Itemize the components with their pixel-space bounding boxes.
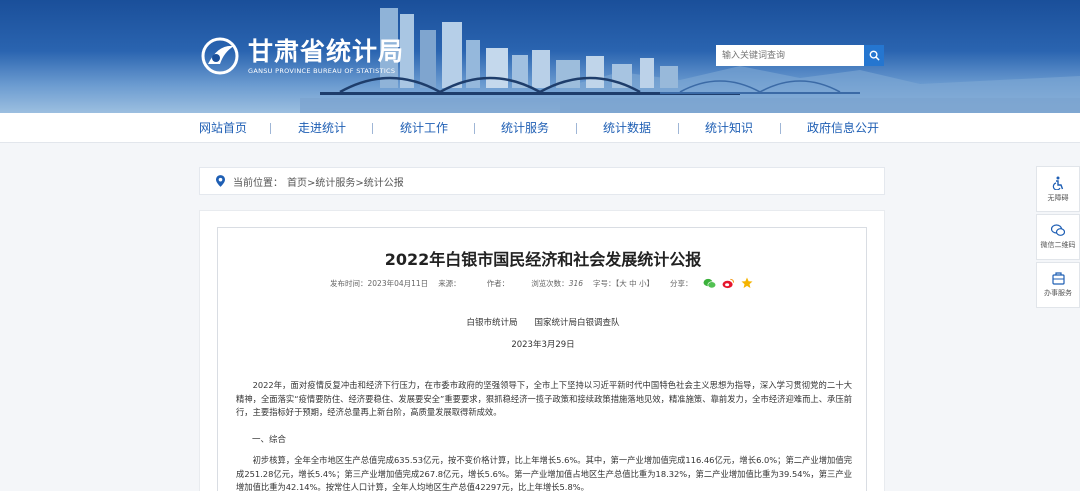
article-meta: 发布时间：2023年04月11日 来源： 作者： 浏览次数： 316 字号：【大… bbox=[330, 276, 759, 290]
wechat-icon bbox=[1051, 224, 1065, 236]
city-skyline-image bbox=[300, 8, 1080, 113]
views-count: 316 bbox=[568, 278, 584, 288]
breadcrumb: 当前位置： 首页>统计服务>统计公报 bbox=[199, 167, 885, 195]
service-button[interactable]: 办事服务 bbox=[1036, 262, 1080, 308]
intro-paragraph: 2022年，面对疫情反复冲击和经济下行压力，在市委市政府的坚强领导下，全市上下坚… bbox=[236, 380, 852, 417]
author-label: 作者： bbox=[486, 278, 510, 288]
article-body: 2022年白银市国民经济和社会发展统计公报 发布时间：2023年04月11日 来… bbox=[217, 227, 867, 491]
issuer: 白银市统计局 国家统计局白银调查队 bbox=[466, 318, 620, 328]
article-title: 2022年白银市国民经济和社会发展统计公报 bbox=[384, 250, 702, 269]
nav-item-about[interactable]: 走进统计 bbox=[298, 113, 346, 143]
logo-mark-icon bbox=[201, 37, 239, 75]
nav-item-data[interactable]: 统计数据 bbox=[603, 113, 651, 143]
breadcrumb-label: 当前位置： bbox=[233, 177, 283, 189]
site-logo[interactable]: 甘肃省统计局 GANSU PROVINCE BUREAU OF STATISTI… bbox=[198, 34, 404, 78]
service-label: 办事服务 bbox=[1044, 289, 1072, 297]
publish-date: 发布时间：2023年04月11日 bbox=[330, 278, 429, 288]
service-icon bbox=[1051, 272, 1065, 285]
nav-item-knowledge[interactable]: 统计知识 bbox=[705, 113, 753, 143]
nav-item-service[interactable]: 统计服务 bbox=[501, 113, 549, 143]
nav-separator bbox=[372, 123, 373, 134]
nav-item-gov-info[interactable]: 政府信息公开 bbox=[807, 113, 879, 143]
section-heading: 一、综合 bbox=[252, 435, 287, 445]
paragraph-1: 初步核算，全年全市地区生产总值完成635.53亿元，按不变价格计算，比上年增长5… bbox=[236, 455, 852, 491]
breadcrumb-path[interactable]: 首页>统计服务>统计公报 bbox=[287, 174, 404, 189]
accessibility-button[interactable]: 无障碍 bbox=[1036, 166, 1080, 212]
nav-item-work[interactable]: 统计工作 bbox=[400, 113, 448, 143]
wechat-share-icon[interactable] bbox=[703, 278, 716, 289]
share-label: 分享： bbox=[670, 278, 693, 288]
search-icon bbox=[869, 50, 880, 61]
issue-date: 2023年3月29日 bbox=[511, 340, 575, 350]
search-button[interactable] bbox=[864, 45, 884, 66]
views-label: 浏览次数： bbox=[531, 278, 569, 288]
nav-separator bbox=[474, 123, 475, 134]
wechat-qr-button[interactable]: 微信二维码 bbox=[1036, 214, 1080, 260]
accessibility-label: 无障碍 bbox=[1047, 193, 1069, 202]
site-name: 甘肃省统计局 bbox=[248, 36, 405, 66]
nav-separator bbox=[270, 123, 271, 134]
main-nav: 网站首页 走进统计 统计工作 统计服务 统计数据 统计知识 政府信息公开 bbox=[0, 113, 1080, 143]
source-label: 来源： bbox=[438, 278, 461, 288]
location-pin-icon bbox=[216, 175, 225, 187]
search-input[interactable] bbox=[716, 45, 864, 66]
nav-separator bbox=[780, 123, 781, 134]
font-size-switch[interactable]: 字号：【大 中 小】 bbox=[593, 278, 654, 289]
nav-item-home[interactable]: 网站首页 bbox=[199, 113, 247, 143]
accessibility-icon bbox=[1052, 176, 1064, 190]
header-banner: 甘肃省统计局 GANSU PROVINCE BUREAU OF STATISTI… bbox=[0, 0, 1080, 113]
nav-separator bbox=[678, 123, 679, 134]
qzone-share-icon[interactable] bbox=[741, 277, 753, 289]
wechat-qr-label: 微信二维码 bbox=[1040, 241, 1076, 249]
site-name-en: GANSU PROVINCE BUREAU OF STATISTICS bbox=[248, 66, 396, 75]
weibo-share-icon[interactable] bbox=[722, 278, 735, 289]
nav-separator bbox=[576, 123, 577, 134]
search-box bbox=[716, 45, 884, 66]
